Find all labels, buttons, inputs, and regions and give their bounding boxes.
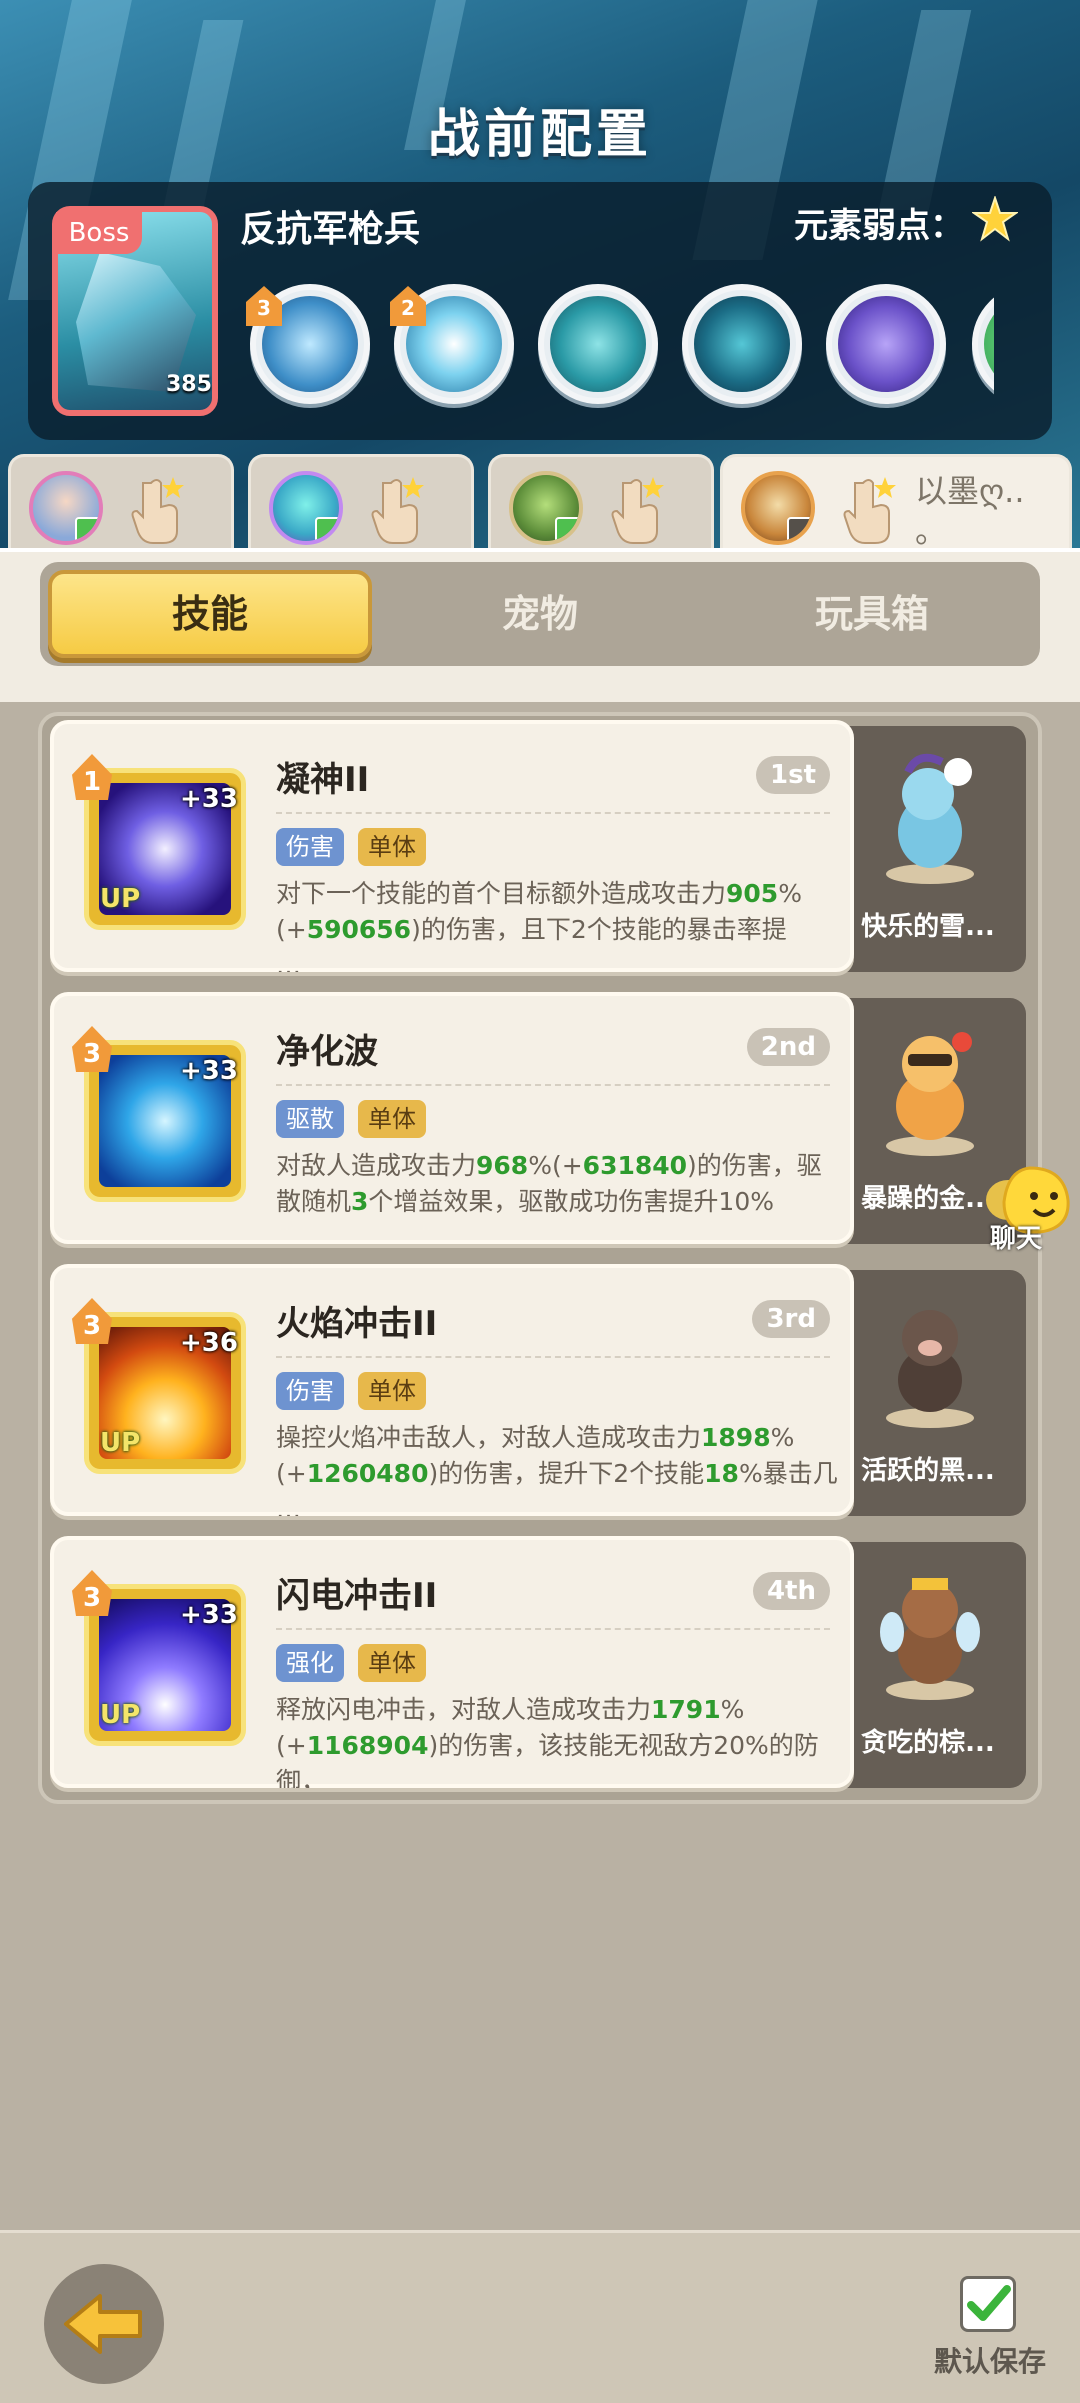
divider <box>276 1356 830 1358</box>
snow-pet-figure <box>886 753 974 884</box>
totem-skill-icon <box>550 296 646 392</box>
pet-name: 快乐的雪... <box>861 912 995 942</box>
bee-bear-pet-figure <box>880 1578 980 1700</box>
team-slot-2[interactable] <box>248 454 474 554</box>
upgrade-tag: UP <box>100 884 141 914</box>
tap-hand-icon <box>843 477 896 544</box>
skill-tag-target: 单体 <box>358 1100 426 1138</box>
default-save-label[interactable]: 默认保存 <box>934 2340 1046 2380</box>
tab-toybox[interactable]: 玩具箱 <box>710 570 1034 658</box>
upgrade-tag: UP <box>100 1428 141 1458</box>
skill-tag-type: 强化 <box>276 1644 344 1682</box>
skill-tag-target: 单体 <box>358 828 426 866</box>
team-slot-1[interactable] <box>8 454 234 554</box>
skill-description: 对下一个技能的首个目标额外造成攻击力905%(+590656)的伤害，且下2个技… <box>276 879 802 972</box>
page-title: 战前配置 <box>427 105 652 165</box>
skill-card-3[interactable]: 3 +36 UP 火焰冲击II 3rd 伤害 单体 操控火焰冲击敌人，对敌人造成… <box>50 1264 854 1516</box>
knight-avatar <box>741 471 815 545</box>
skill-order: 1st <box>756 756 830 794</box>
divider <box>276 1628 830 1630</box>
light-star-icon <box>972 196 1018 242</box>
skill-name: 火焰冲击II <box>276 1304 438 1344</box>
boss-figure <box>76 252 196 392</box>
skill-order: 4th <box>752 1572 830 1610</box>
skill-level-badge: 3 <box>72 1026 112 1072</box>
skill-card-2[interactable]: 3 +33 净化波 2nd 驱散 单体 对敌人造成攻击力968%(+631840… <box>50 992 854 1244</box>
boar-pet-figure <box>886 1310 974 1428</box>
pet-slot-4[interactable]: 贪吃的棕... <box>830 1542 1026 1788</box>
boss-skill-3[interactable] <box>538 284 658 404</box>
skill-level-badge: 3 <box>72 1570 112 1616</box>
team-slot-4[interactable]: 以墨ღ.. 。 <box>720 454 1072 554</box>
skill-order: 3rd <box>752 1300 830 1338</box>
upgrade-tag: UP <box>100 1700 141 1730</box>
skill-name: 闪电冲击II <box>276 1576 438 1616</box>
shadow-beast-skill-icon <box>694 296 790 392</box>
purple-blob-skill-icon <box>838 296 934 392</box>
chat-label[interactable]: 聊天 <box>990 1218 1042 1255</box>
team-slot-4-label: 以墨ღ.. 。 <box>915 472 1025 550</box>
pet-name: 活跃的黑... <box>861 1456 995 1486</box>
divider <box>276 1084 830 1086</box>
tap-hand-icon <box>611 477 664 544</box>
enemy-name: 反抗军枪兵 <box>240 209 421 250</box>
skill-plus-level: +33 <box>180 1056 238 1086</box>
skill-plus-level: +36 <box>180 1328 238 1358</box>
skill-tag-type: 伤害 <box>276 1372 344 1410</box>
boss-level: 385 <box>166 372 212 397</box>
girl-avatar <box>29 471 103 545</box>
tab-skills[interactable]: 技能 <box>48 570 372 658</box>
skill-description: 对敌人造成攻击力968%(+631840)的伤害，驱散随机3个增益效果，驱散成功… <box>276 1151 822 1216</box>
skill-card-4[interactable]: 3 +33 UP 闪电冲击II 4th 强化 单体 释放闪电冲击，对敌人造成攻击… <box>50 1536 854 1788</box>
checkmark-icon <box>967 2285 1011 2321</box>
skill-order: 2nd <box>746 1028 830 1066</box>
tab-pets[interactable]: 宠物 <box>378 570 702 658</box>
skill-tag-type: 伤害 <box>276 828 344 866</box>
boss-skill-5[interactable] <box>826 284 946 404</box>
boss-skill-6-partial[interactable] <box>972 284 994 404</box>
tap-hand-icon <box>131 477 184 544</box>
skill-name: 净化波 <box>276 1032 378 1072</box>
pet-slot-3[interactable]: 活跃的黑... <box>830 1270 1026 1516</box>
skill-plus-level: +33 <box>180 1600 238 1630</box>
pet-name: 贪吃的棕... <box>861 1728 995 1758</box>
element-weakness-label: 元素弱点： <box>794 206 964 246</box>
skill-card-1[interactable]: 1 +33 UP 凝神II 1st 伤害 单体 对下一个技能的首个目标额外造成攻… <box>50 720 854 972</box>
skill-name: 凝神II <box>276 760 370 800</box>
skill-description: 操控火焰冲击敌人，对敌人造成攻击力1898%(+1260480)的伤害，提升下2… <box>276 1423 838 1516</box>
boss-tag: Boss <box>56 212 142 254</box>
skill-description: 释放闪电冲击，对敌人造成攻击力1791%(+1168904)的伤害，该技能无视敌… <box>276 1695 819 1788</box>
skill-level-badge: 3 <box>72 1298 112 1344</box>
frog-avatar <box>509 471 583 545</box>
skill-tag-target: 单体 <box>358 1372 426 1410</box>
skill-tag-target: 单体 <box>358 1644 426 1682</box>
team-slot-3[interactable] <box>488 454 714 554</box>
back-button[interactable] <box>44 2264 164 2384</box>
robot-avatar <box>269 471 343 545</box>
divider <box>276 812 830 814</box>
tiger-pet-figure <box>886 1032 974 1156</box>
skill-tag-type: 驱散 <box>276 1100 344 1138</box>
pet-slot-1[interactable]: 快乐的雪... <box>830 726 1026 972</box>
skill-level-badge: 1 <box>72 754 112 800</box>
default-save-checkbox[interactable] <box>960 2276 1016 2332</box>
tap-hand-icon <box>371 477 424 544</box>
back-arrow-icon <box>64 2294 142 2354</box>
boss-skill-4[interactable] <box>682 284 802 404</box>
skill-plus-level: +33 <box>180 784 238 814</box>
